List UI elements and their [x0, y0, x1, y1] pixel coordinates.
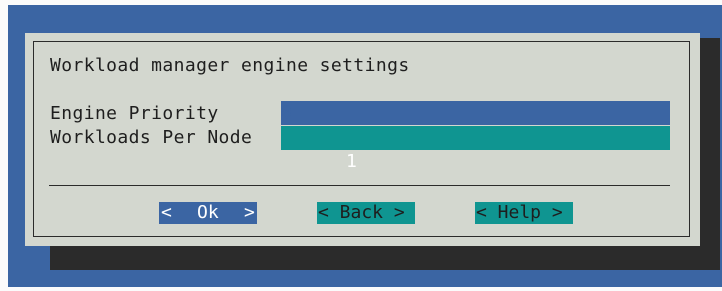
ok-button-left-bracket: <	[161, 202, 172, 223]
ok-button-right-bracket: >	[244, 202, 255, 223]
ok-button[interactable]: < Ok >	[159, 202, 257, 224]
help-button[interactable]: < Help >	[475, 202, 573, 224]
dialog-shadow-right	[698, 38, 720, 270]
dialog-shadow-bottom	[50, 246, 720, 270]
settings-dialog: Workload manager engine settings Engine …	[25, 33, 700, 246]
workloads-per-node-input[interactable]: 1	[281, 126, 670, 172]
help-button-label: < Help >	[476, 202, 563, 223]
engine-priority-label: Engine Priority	[50, 103, 219, 124]
button-separator	[49, 185, 670, 186]
ok-button-label: Ok	[197, 202, 219, 223]
terminal-screen: Workload manager engine settings Engine …	[0, 0, 722, 291]
workloads-per-node-label: Workloads Per Node	[50, 127, 253, 148]
back-button[interactable]: < Back >	[317, 202, 415, 224]
engine-priority-input[interactable]: 0	[281, 101, 670, 148]
workloads-per-node-value: 1	[346, 151, 357, 172]
back-button-label: < Back >	[318, 202, 405, 223]
dialog-title: Workload manager engine settings	[50, 55, 410, 76]
engine-priority-value: 0	[281, 102, 292, 123]
